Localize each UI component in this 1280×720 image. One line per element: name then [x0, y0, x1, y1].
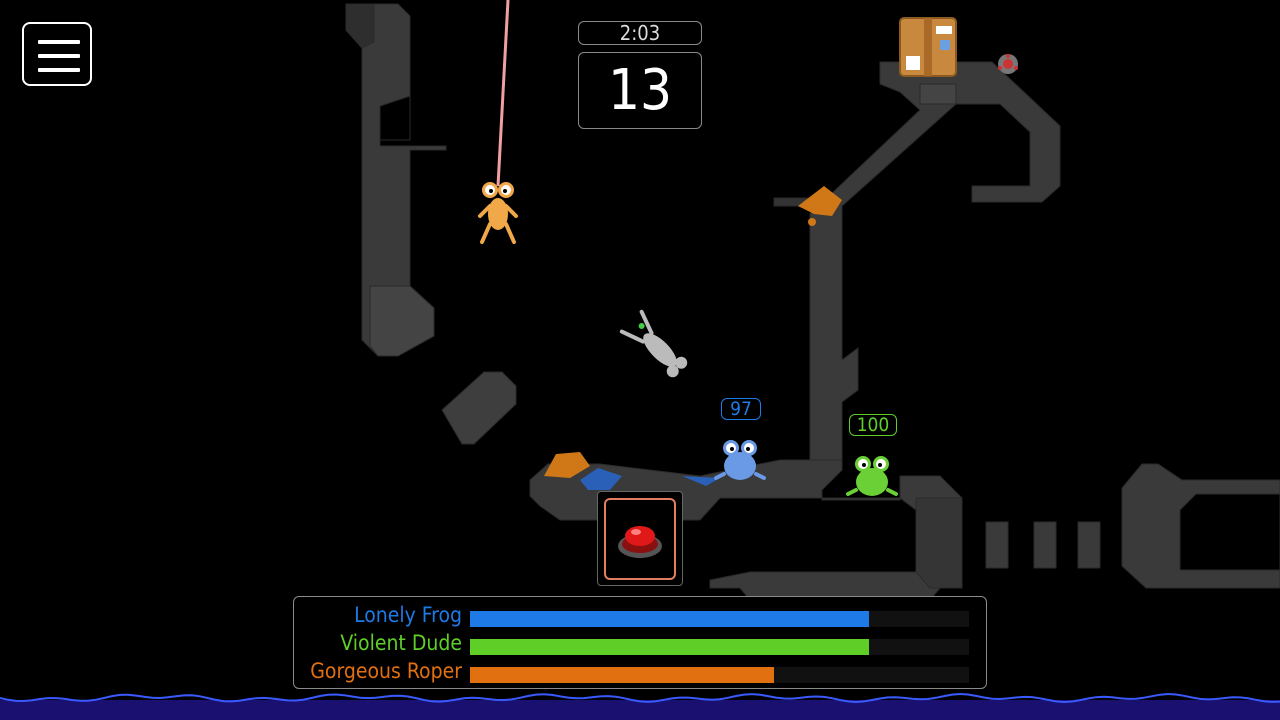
match-timer: 2:03	[578, 21, 702, 45]
green-frog	[846, 456, 898, 496]
team-name: Violent Dude	[340, 631, 462, 655]
team-row: Violent Dude	[294, 629, 986, 657]
red-push-button-icon	[618, 526, 662, 558]
team-health-fill	[470, 639, 870, 655]
ninja-rope	[496, 0, 510, 187]
team-health-fill	[470, 667, 775, 683]
team-health-fill	[470, 611, 870, 627]
blue-frog	[714, 440, 766, 480]
team-health-bar	[470, 667, 969, 683]
team-row: Lonely Frog	[294, 601, 986, 629]
team-scoreboard: Lonely Frog Violent Dude Gorgeous Roper	[293, 596, 987, 689]
mine-icon	[998, 54, 1018, 74]
turn-countdown: 13	[578, 52, 702, 129]
terrain	[345, 3, 1280, 601]
fire-button[interactable]	[604, 498, 676, 580]
paint-splats	[544, 186, 842, 490]
green-frog-health: 100	[849, 414, 897, 436]
team-row: Gorgeous Roper	[294, 657, 986, 685]
team-name: Gorgeous Roper	[310, 659, 462, 683]
cardboard-box-icon	[899, 17, 957, 77]
fire-button-frame	[597, 491, 683, 586]
blue-frog-health: 97	[721, 398, 761, 420]
team-health-bar	[470, 639, 969, 655]
orange-frog	[478, 182, 518, 244]
team-name: Lonely Frog	[354, 603, 462, 627]
water	[0, 692, 1280, 720]
team-health-bar	[470, 611, 969, 627]
menu-button[interactable]	[22, 22, 92, 86]
grey-frog	[619, 309, 688, 378]
